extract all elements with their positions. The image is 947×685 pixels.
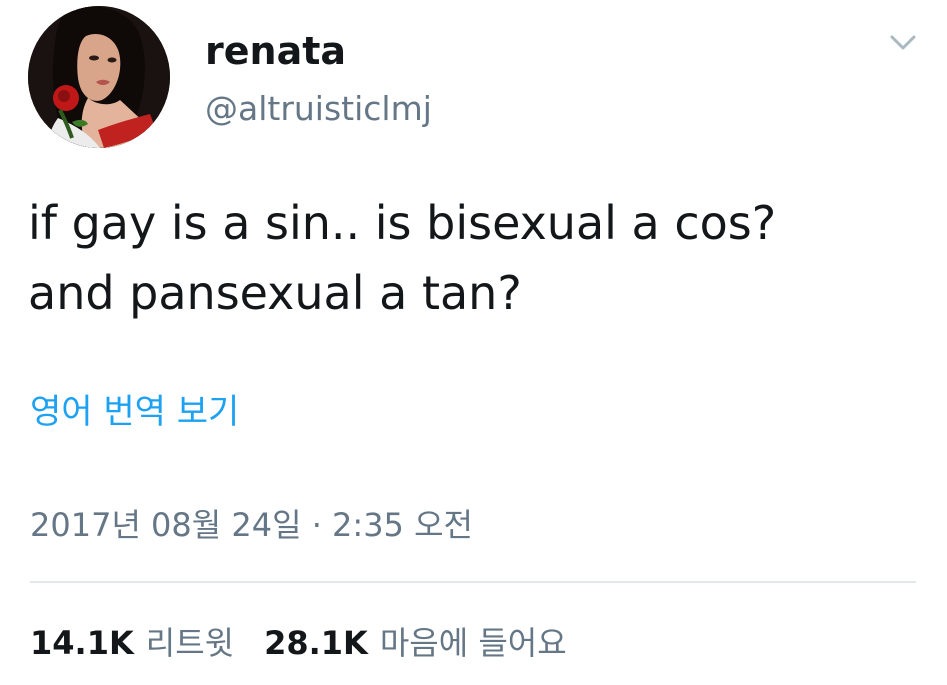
divider [30,581,916,583]
retweets-stat[interactable]: 14.1K 리트윗 [30,622,234,664]
like-label: 마음에 들어요 [379,624,567,662]
chevron-down-icon [890,35,916,50]
user-handle[interactable]: @altruisticlmj [205,88,432,130]
profile-photo [28,6,170,148]
tweet-stats: 14.1K 리트윗 28.1K 마음에 들어요 [30,622,597,664]
tweet-text-line: if gay is a sin.. is bisexual a cos? [28,196,777,250]
more-options-button[interactable] [880,26,926,60]
like-count: 28.1K [264,624,368,662]
tweet-card: renata @altruisticlmj if gay is a sin.. … [0,0,947,685]
avatar[interactable] [28,6,170,148]
tweet-timestamp[interactable]: 2017년 08월 24일 · 2:35 오전 [30,504,473,546]
display-name[interactable]: renata [205,28,346,74]
tweet-text-line: and pansexual a tan? [28,266,522,320]
retweet-label: 리트윗 [145,624,235,662]
translate-tweet-link[interactable]: 영어 번역 보기 [30,390,239,434]
tweet-text: if gay is a sin.. is bisexual a cos? and… [28,188,928,328]
retweet-count: 14.1K [30,624,134,662]
likes-stat[interactable]: 28.1K 마음에 들어요 [264,622,567,664]
